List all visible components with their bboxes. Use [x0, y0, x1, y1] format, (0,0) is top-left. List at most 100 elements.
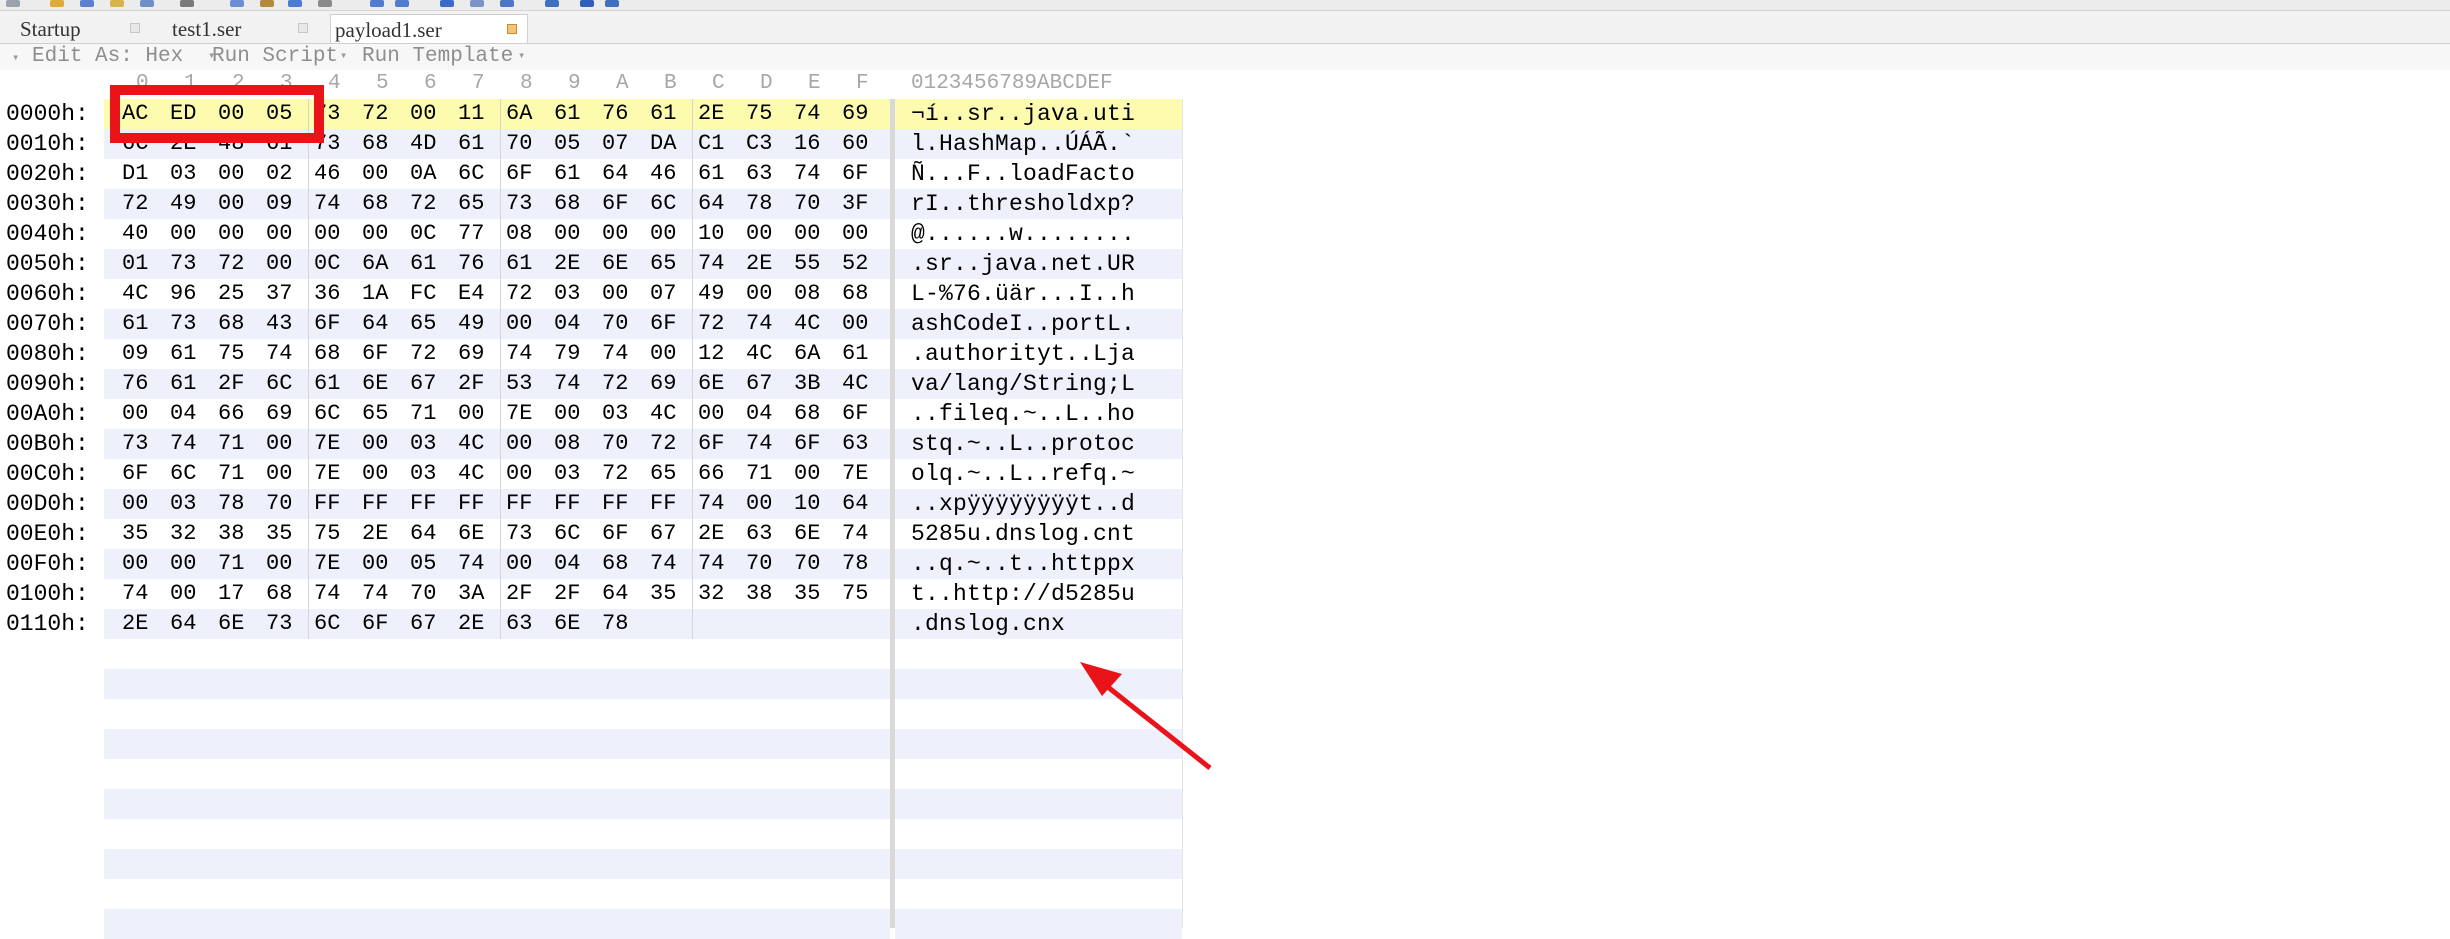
- hex-byte[interactable]: 16: [794, 129, 820, 159]
- hex-byte[interactable]: E4: [458, 279, 484, 309]
- hex-byte[interactable]: 2E: [362, 519, 388, 549]
- hex-byte[interactable]: 74: [122, 579, 148, 609]
- hex-byte[interactable]: 6E: [218, 609, 244, 639]
- hex-byte[interactable]: FC: [410, 279, 436, 309]
- hex-byte[interactable]: 74: [698, 249, 724, 279]
- hex-byte[interactable]: 00: [266, 549, 292, 579]
- back-icon[interactable]: [6, 0, 20, 7]
- hex-byte[interactable]: 00: [218, 189, 244, 219]
- ascii-text[interactable]: l.HashMap..ÚÁÃ.`: [911, 129, 1135, 159]
- hex-byte[interactable]: FF: [314, 489, 340, 519]
- hex-byte[interactable]: 68: [554, 189, 580, 219]
- hex-byte[interactable]: 61: [122, 309, 148, 339]
- hex-byte[interactable]: 64: [842, 489, 868, 519]
- image-icon[interactable]: [545, 0, 559, 7]
- run-template-menu[interactable]: Run Template: [362, 45, 513, 68]
- hex-byte[interactable]: 74: [650, 549, 676, 579]
- hex-byte[interactable]: 3A: [458, 579, 484, 609]
- hex-byte[interactable]: FF: [458, 489, 484, 519]
- hex-byte[interactable]: 00: [362, 159, 388, 189]
- hex-byte[interactable]: 07: [602, 129, 628, 159]
- ascii-text[interactable]: ¬í..sr..java.uti: [911, 99, 1135, 129]
- ascii-text[interactable]: Ñ...F..loadFacto: [911, 159, 1135, 189]
- hex-byte[interactable]: 03: [554, 279, 580, 309]
- hex-byte[interactable]: FF: [362, 489, 388, 519]
- hex-byte[interactable]: 6F: [122, 459, 148, 489]
- ascii-text[interactable]: t..http://d5285u: [911, 579, 1135, 609]
- hex-byte[interactable]: 4C: [122, 279, 148, 309]
- hex-byte[interactable]: 68: [362, 129, 388, 159]
- hex-byte[interactable]: 00: [602, 219, 628, 249]
- hex-byte[interactable]: 00: [554, 219, 580, 249]
- hex-byte[interactable]: 66: [698, 459, 724, 489]
- hex-byte[interactable]: 61: [554, 99, 580, 129]
- hex-byte[interactable]: 08: [554, 429, 580, 459]
- hex-byte[interactable]: 00: [122, 549, 148, 579]
- hex-byte[interactable]: 00: [842, 309, 868, 339]
- hex-byte[interactable]: 2E: [698, 519, 724, 549]
- hex-byte[interactable]: 70: [506, 129, 532, 159]
- hex-byte[interactable]: 7E: [842, 459, 868, 489]
- hex-byte[interactable]: 12: [698, 339, 724, 369]
- hex-byte[interactable]: 55: [794, 249, 820, 279]
- hex-byte[interactable]: 6E: [698, 369, 724, 399]
- close-icon[interactable]: [298, 23, 308, 33]
- hex-byte[interactable]: 00: [506, 549, 532, 579]
- hex-byte[interactable]: 68: [314, 339, 340, 369]
- hex-byte[interactable]: 67: [410, 369, 436, 399]
- hex-byte[interactable]: 09: [122, 339, 148, 369]
- ascii-text[interactable]: .dnslog.cnx: [911, 609, 1065, 639]
- hex-byte[interactable]: 6F: [506, 159, 532, 189]
- hex-byte[interactable]: 05: [554, 129, 580, 159]
- hex-byte[interactable]: 00: [122, 489, 148, 519]
- hex-byte[interactable]: 61: [650, 99, 676, 129]
- hex-byte[interactable]: 72: [362, 99, 388, 129]
- hex-byte[interactable]: 2F: [218, 369, 244, 399]
- hex-byte[interactable]: 0C: [314, 249, 340, 279]
- hex-byte[interactable]: 71: [218, 459, 244, 489]
- hex-byte[interactable]: 74: [170, 429, 196, 459]
- hex-byte[interactable]: 17: [218, 579, 244, 609]
- hex-byte[interactable]: 04: [554, 309, 580, 339]
- hex-byte[interactable]: 67: [410, 609, 436, 639]
- hex-byte[interactable]: 67: [746, 369, 772, 399]
- hex-byte[interactable]: 03: [170, 159, 196, 189]
- hex-byte[interactable]: 6F: [362, 609, 388, 639]
- hex-byte[interactable]: 36: [314, 279, 340, 309]
- hex-byte[interactable]: 2F: [458, 369, 484, 399]
- hex-byte[interactable]: 38: [218, 519, 244, 549]
- ascii-text[interactable]: .sr..java.net.UR: [911, 249, 1135, 279]
- hex-byte[interactable]: 63: [746, 519, 772, 549]
- ascii-column[interactable]: ¬í..sr..java.uti l.HashMap..ÚÁÃ.` Ñ...F..l…: [895, 99, 1183, 939]
- hex-byte[interactable]: 72: [122, 189, 148, 219]
- hex-byte[interactable]: 74: [842, 519, 868, 549]
- hex-byte[interactable]: 64: [602, 159, 628, 189]
- hex-byte[interactable]: 11: [458, 99, 484, 129]
- hex-byte[interactable]: 2F: [554, 579, 580, 609]
- hex-byte[interactable]: 73: [506, 519, 532, 549]
- hex-byte[interactable]: 08: [506, 219, 532, 249]
- ascii-text[interactable]: ..xpÿÿÿÿÿÿÿÿt..d: [911, 489, 1135, 519]
- hex-byte[interactable]: 96: [170, 279, 196, 309]
- hex-byte[interactable]: 10: [698, 219, 724, 249]
- hex-byte[interactable]: 71: [410, 399, 436, 429]
- hex-byte[interactable]: 00: [170, 579, 196, 609]
- hex-byte[interactable]: 00: [410, 99, 436, 129]
- hex-byte[interactable]: FF: [602, 489, 628, 519]
- hex-byte[interactable]: 00: [698, 399, 724, 429]
- hex-byte[interactable]: 6A: [794, 339, 820, 369]
- hex-byte[interactable]: 00: [554, 399, 580, 429]
- hex-byte[interactable]: 00: [266, 219, 292, 249]
- hex-byte[interactable]: 73: [266, 609, 292, 639]
- hex-byte[interactable]: 1A: [362, 279, 388, 309]
- hex-byte[interactable]: 0A: [410, 159, 436, 189]
- hex-byte[interactable]: 71: [218, 429, 244, 459]
- hex-byte[interactable]: 74: [698, 489, 724, 519]
- hex-byte[interactable]: 35: [266, 519, 292, 549]
- hex-byte[interactable]: 77: [458, 219, 484, 249]
- hex-byte[interactable]: 74: [602, 339, 628, 369]
- hex-byte[interactable]: 69: [842, 99, 868, 129]
- hex-byte[interactable]: 68: [362, 189, 388, 219]
- hex-byte[interactable]: 78: [842, 549, 868, 579]
- hex-byte[interactable]: 72: [698, 309, 724, 339]
